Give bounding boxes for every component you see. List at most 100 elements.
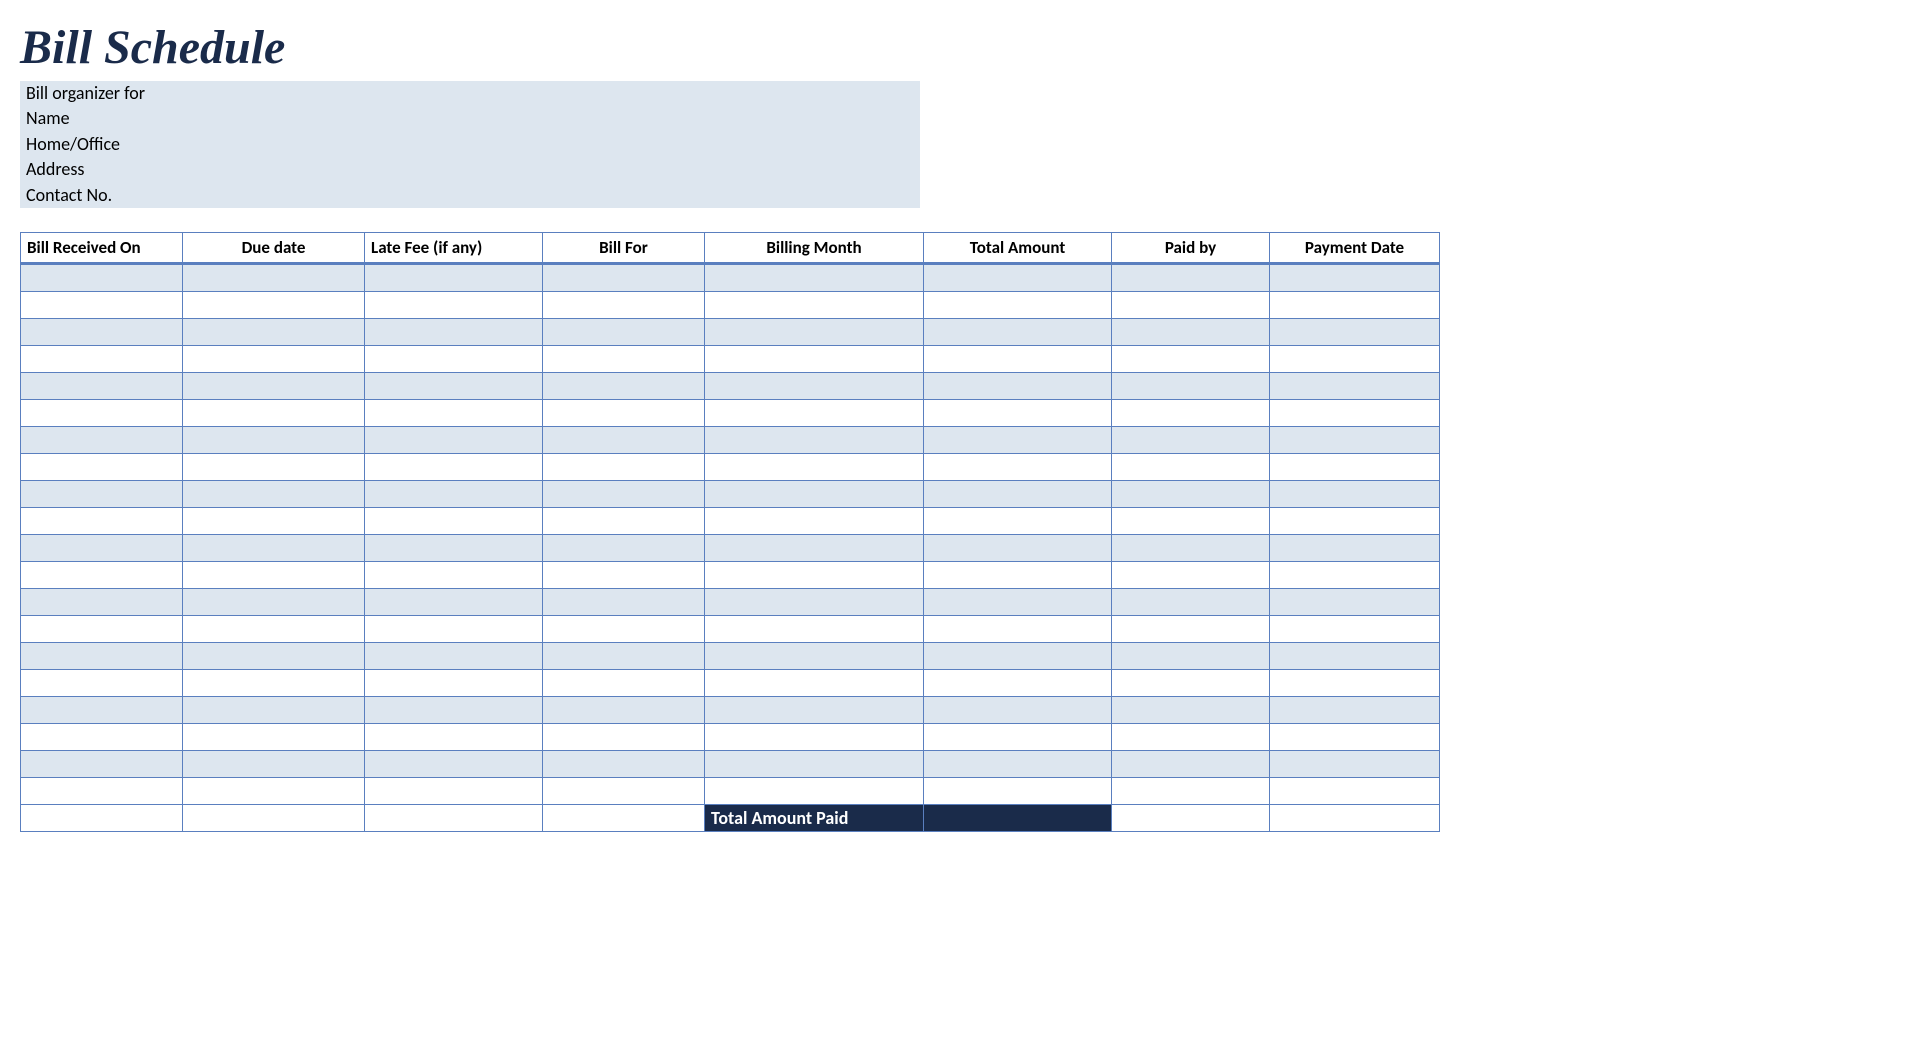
table-cell[interactable] [543,372,705,399]
table-cell[interactable] [543,723,705,750]
table-cell[interactable] [924,372,1112,399]
table-cell[interactable] [365,723,543,750]
table-cell[interactable] [183,615,365,642]
table-cell[interactable] [21,426,183,453]
table-cell[interactable] [705,588,924,615]
table-cell[interactable] [365,642,543,669]
table-cell[interactable] [183,750,365,777]
table-cell[interactable] [1112,750,1270,777]
table-cell[interactable] [1270,696,1440,723]
table-cell[interactable] [183,263,365,291]
table-cell[interactable] [365,318,543,345]
table-cell[interactable] [183,480,365,507]
table-cell[interactable] [21,750,183,777]
table-cell[interactable] [924,426,1112,453]
table-cell[interactable] [1270,507,1440,534]
table-cell[interactable] [543,561,705,588]
table-cell[interactable] [1270,399,1440,426]
table-cell[interactable] [365,372,543,399]
table-cell[interactable] [21,561,183,588]
table-cell[interactable] [924,642,1112,669]
table-cell[interactable] [365,263,543,291]
table-cell[interactable] [183,453,365,480]
table-cell[interactable] [1270,345,1440,372]
table-cell[interactable] [705,777,924,804]
table-cell[interactable] [924,534,1112,561]
table-cell[interactable] [21,263,183,291]
footer-blank-cell[interactable] [543,804,705,831]
table-cell[interactable] [365,750,543,777]
table-cell[interactable] [365,534,543,561]
table-cell[interactable] [924,480,1112,507]
table-cell[interactable] [924,777,1112,804]
table-cell[interactable] [705,453,924,480]
table-cell[interactable] [183,561,365,588]
table-cell[interactable] [924,318,1112,345]
table-cell[interactable] [1270,750,1440,777]
table-cell[interactable] [543,399,705,426]
table-cell[interactable] [1112,480,1270,507]
table-cell[interactable] [543,291,705,318]
table-cell[interactable] [705,615,924,642]
table-cell[interactable] [1112,642,1270,669]
table-cell[interactable] [1270,263,1440,291]
table-cell[interactable] [21,345,183,372]
table-cell[interactable] [365,669,543,696]
table-cell[interactable] [1112,669,1270,696]
table-cell[interactable] [21,507,183,534]
table-cell[interactable] [1270,426,1440,453]
table-cell[interactable] [21,480,183,507]
table-cell[interactable] [1112,696,1270,723]
table-cell[interactable] [365,453,543,480]
table-cell[interactable] [924,507,1112,534]
table-cell[interactable] [1112,534,1270,561]
table-cell[interactable] [21,588,183,615]
table-cell[interactable] [21,777,183,804]
footer-blank-cell[interactable] [21,804,183,831]
table-cell[interactable] [1112,426,1270,453]
table-cell[interactable] [924,263,1112,291]
table-cell[interactable] [21,318,183,345]
table-cell[interactable] [543,263,705,291]
table-cell[interactable] [705,696,924,723]
table-cell[interactable] [21,291,183,318]
table-cell[interactable] [924,291,1112,318]
footer-blank-cell[interactable] [365,804,543,831]
table-cell[interactable] [365,777,543,804]
table-cell[interactable] [21,642,183,669]
table-cell[interactable] [1270,642,1440,669]
table-cell[interactable] [924,561,1112,588]
table-cell[interactable] [543,750,705,777]
table-cell[interactable] [1112,453,1270,480]
table-cell[interactable] [705,723,924,750]
table-cell[interactable] [365,291,543,318]
table-cell[interactable] [543,669,705,696]
table-cell[interactable] [21,372,183,399]
table-cell[interactable] [21,723,183,750]
table-cell[interactable] [543,588,705,615]
table-cell[interactable] [705,534,924,561]
table-cell[interactable] [183,426,365,453]
table-cell[interactable] [21,399,183,426]
table-cell[interactable] [1270,561,1440,588]
table-cell[interactable] [1270,669,1440,696]
table-cell[interactable] [183,588,365,615]
table-cell[interactable] [1270,372,1440,399]
table-cell[interactable] [365,345,543,372]
table-cell[interactable] [543,507,705,534]
table-cell[interactable] [1270,291,1440,318]
table-cell[interactable] [183,507,365,534]
table-cell[interactable] [543,318,705,345]
table-cell[interactable] [1112,588,1270,615]
table-cell[interactable] [705,372,924,399]
table-cell[interactable] [924,588,1112,615]
table-cell[interactable] [1112,561,1270,588]
table-cell[interactable] [543,696,705,723]
table-cell[interactable] [183,723,365,750]
table-cell[interactable] [183,372,365,399]
table-cell[interactable] [183,642,365,669]
table-cell[interactable] [1112,615,1270,642]
table-cell[interactable] [1112,291,1270,318]
table-cell[interactable] [705,318,924,345]
table-cell[interactable] [1270,615,1440,642]
